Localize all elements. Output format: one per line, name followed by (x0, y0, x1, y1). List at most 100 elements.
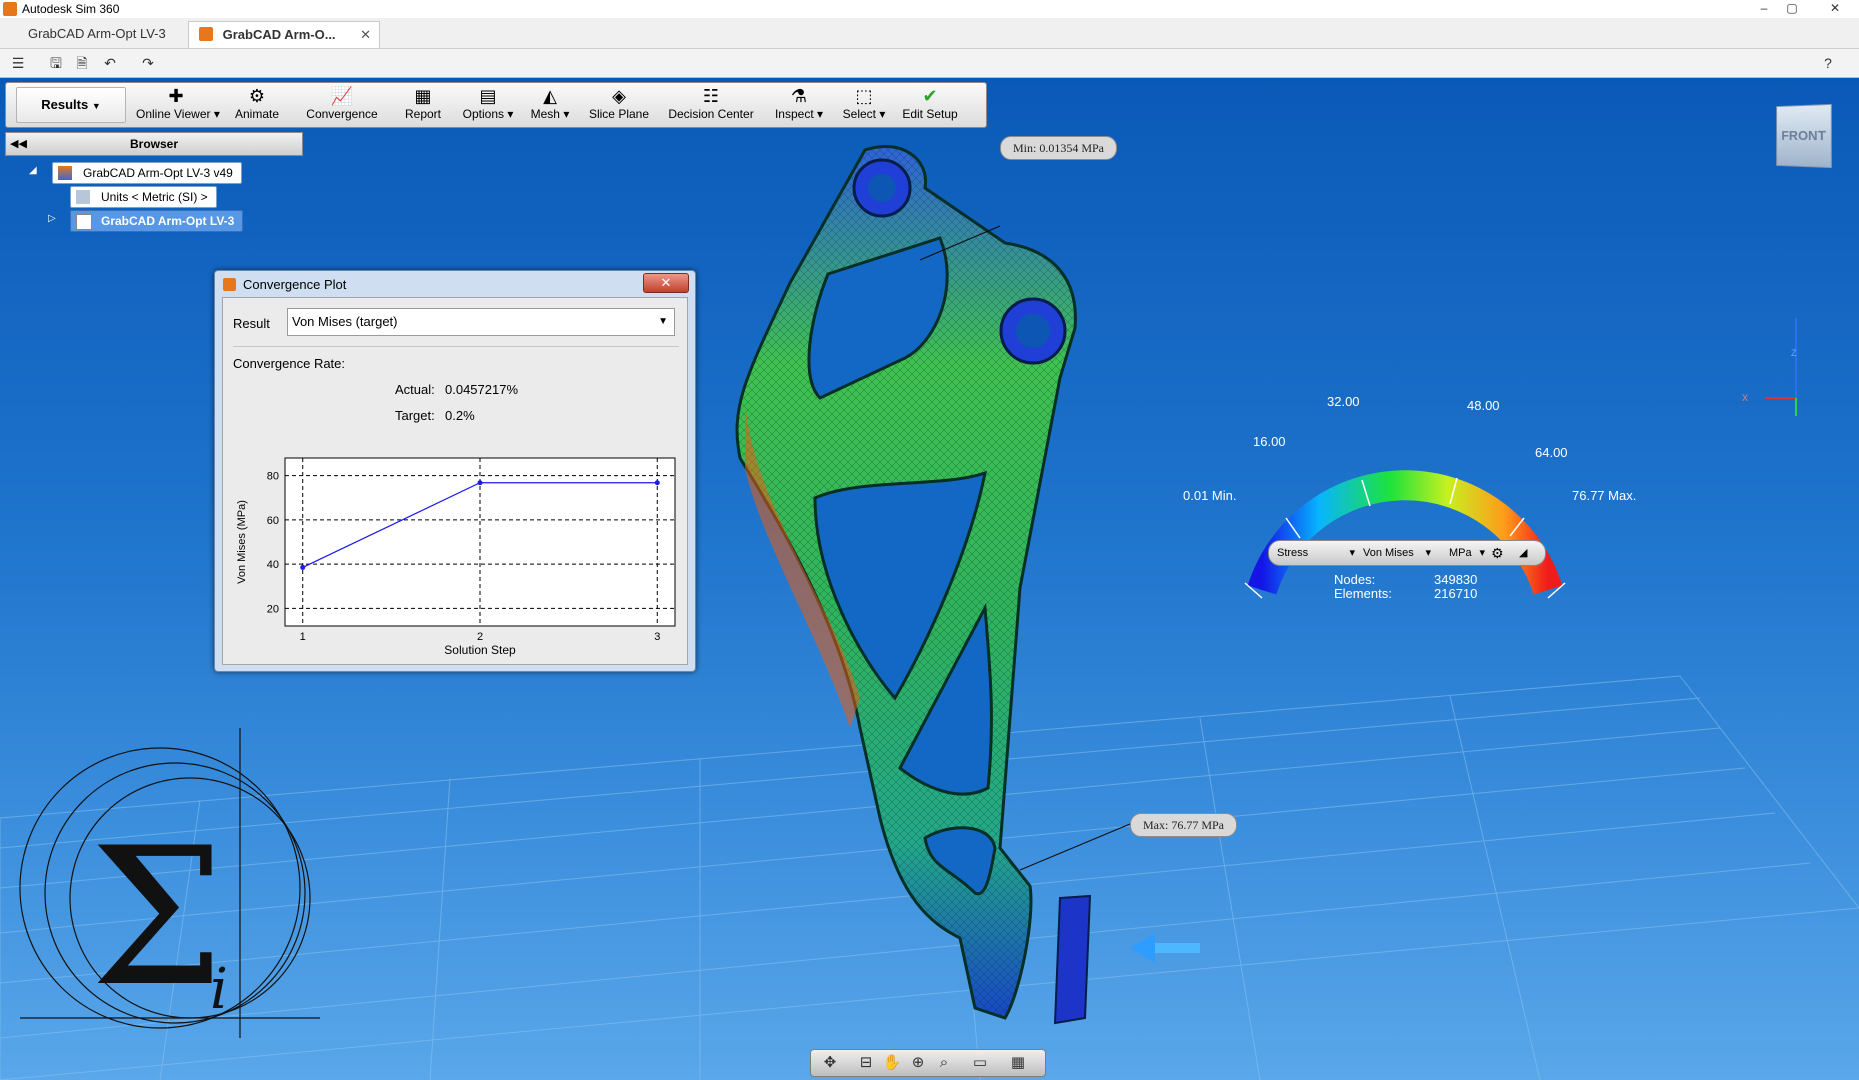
window-title: Autodesk Sim 360 (22, 2, 120, 16)
checkmark-icon: ✔ (922, 86, 938, 106)
decision-center-button[interactable]: ☷ Decision Center (666, 85, 756, 125)
redo-icon[interactable]: ↷ (138, 53, 158, 73)
online-viewer-button[interactable]: ✚ Online Viewer ▾ (136, 85, 220, 125)
animate-icon: ⚙ (248, 86, 266, 106)
stress-legend-scale (1244, 470, 1566, 599)
y-tick-label: 40 (267, 559, 279, 571)
edit-setup-button[interactable]: ✔ Edit Setup (898, 85, 962, 125)
y-tick-label: 60 (267, 515, 279, 527)
animate-button[interactable]: ⚙ Animate (228, 85, 286, 125)
tree-collapse-icon[interactable]: ◢ (29, 165, 37, 176)
close-icon[interactable]: ✕ (1822, 0, 1848, 17)
viewcube[interactable]: FRONT (1776, 103, 1832, 169)
mesh-icon: ◭ (543, 86, 557, 106)
inspect-button[interactable]: ⚗ Inspect ▾ (766, 85, 832, 125)
tab-label: GrabCAD Arm-Opt LV-3 (28, 26, 166, 41)
quick-access-toolbar: ☰ 🖫 🗎 ↶ ↷ ? (0, 49, 1859, 78)
zoom-icon[interactable]: ⊕ (907, 1052, 929, 1074)
tab-document-2[interactable]: GrabCAD Arm-O... ✕ (188, 21, 380, 48)
convergence-rate-label: Convergence Rate: (233, 356, 346, 371)
unit-dropdown[interactable]: MPa ▾ (1449, 543, 1485, 563)
collapse-browser-icon[interactable]: ◀◀ (10, 133, 27, 155)
x-tick-label: 3 (654, 631, 660, 643)
triad-x-label: X (1742, 393, 1748, 403)
component-dropdown[interactable]: Von Mises ▾ (1363, 543, 1433, 563)
svg-text:i: i (210, 957, 228, 1022)
display-icon[interactable]: ▭ (969, 1052, 991, 1074)
legend-tick-48: 48.00 (1467, 398, 1500, 413)
elements-value: 216710 (1434, 586, 1478, 601)
data-point (654, 480, 660, 486)
grid-icon[interactable]: ▦ (1007, 1052, 1029, 1074)
legend-settings-icon[interactable]: ⚙ (1491, 543, 1509, 563)
actual-value: 0.0457217% (445, 382, 519, 397)
legend-tick-32: 32.00 (1327, 394, 1360, 409)
pan-icon[interactable]: ✋ (881, 1052, 903, 1074)
result-label: Result (233, 316, 270, 331)
save-icon[interactable]: 🖫 (46, 53, 66, 73)
title-bar: Autodesk Sim 360 – ▢ ✕ (0, 0, 1859, 19)
select-icon: ⬚ (855, 86, 873, 106)
triad-z-label: Z (1791, 348, 1797, 358)
navigation-bar: ✥ ⊟ ✋ ⊕ ⌕ ▭ ▦ (810, 1049, 1046, 1077)
convergence-button[interactable]: 📈 Convergence (302, 85, 382, 125)
menu-icon[interactable]: ☰ (8, 53, 28, 73)
pan-orbit-icon[interactable]: ✥ (819, 1052, 841, 1074)
dialog-title: Convergence Plot (243, 277, 347, 292)
zoom-window-icon[interactable]: ⌕ (933, 1052, 955, 1074)
maximize-icon[interactable]: ▢ (1779, 0, 1805, 17)
inspect-icon: ⚗ (790, 86, 808, 106)
tab-results[interactable]: Results ▼ (16, 87, 126, 123)
report-button[interactable]: ▦ Report (392, 85, 454, 125)
y-axis-label: Von Mises (MPa) (236, 500, 248, 584)
target-value: 0.2% (445, 408, 475, 423)
x-axis-label: Solution Step (444, 643, 516, 657)
actual-label: Actual: (395, 382, 435, 397)
tree-item-project[interactable]: GrabCAD Arm-Opt LV-3 v49 (52, 162, 242, 184)
tree-expand-icon[interactable]: ▷ (48, 213, 56, 224)
min-callout[interactable]: Min: 0.01354 MPa (1000, 136, 1118, 160)
x-tick-label: 1 (300, 631, 306, 643)
result-dropdown[interactable]: Von Mises (target) ▼ (287, 308, 675, 336)
logo: Σ i (19, 728, 320, 1038)
load-arrow (1130, 933, 1200, 963)
result-type-dropdown[interactable]: Stress ▾ (1277, 543, 1357, 563)
app-icon (3, 2, 17, 16)
tab-document-1[interactable]: GrabCAD Arm-Opt LV-3 (18, 21, 176, 47)
data-point (300, 564, 306, 570)
document-icon (199, 27, 213, 41)
dialog-icon (223, 278, 236, 291)
document-tabs: GrabCAD Arm-Opt LV-3 GrabCAD Arm-O... ✕ (0, 18, 1859, 49)
model-icon (76, 214, 92, 230)
units-icon (76, 190, 90, 204)
legend-collapse-icon[interactable]: ◢ (1519, 543, 1533, 563)
tab-close-icon[interactable]: ✕ (360, 22, 371, 48)
slice-plane-button[interactable]: ◈ Slice Plane (586, 85, 652, 125)
minimize-icon[interactable]: – (1751, 0, 1777, 17)
save-as-icon[interactable]: 🗎 (72, 53, 92, 73)
max-callout[interactable]: Max: 76.77 MPa (1130, 813, 1237, 837)
elements-label: Elements: (1334, 586, 1392, 601)
convergence-plot-dialog: Convergence Plot ✕ Result Von Mises (tar… (214, 270, 696, 672)
convergence-chart: 80 60 40 20 1 2 3 Solution Step Von Mises (MP… (236, 457, 676, 657)
tree-item-model[interactable]: GrabCAD Arm-Opt LV-3 (70, 210, 244, 232)
svg-text:Σ: Σ (90, 807, 224, 1028)
look-at-icon[interactable]: ⊟ (855, 1052, 877, 1074)
select-button[interactable]: ⬚ Select ▾ (836, 85, 892, 125)
dialog-close-button[interactable]: ✕ (643, 273, 689, 293)
dialog-body: Result Von Mises (target) ▼ Convergence … (222, 297, 688, 665)
legend-tick-64: 64.00 (1535, 445, 1568, 460)
x-tick-labels: 1 2 3 (300, 631, 661, 643)
data-point (477, 480, 483, 486)
tree-item-units[interactable]: Units < Metric (SI) > (70, 186, 217, 208)
arm-part[interactable] (735, 144, 1092, 1025)
y-tick-labels: 80 60 40 20 (267, 471, 279, 616)
undo-icon[interactable]: ↶ (100, 53, 120, 73)
legend-min-label: 0.01 Min. (1183, 488, 1237, 503)
ribbon-toolbar: Results ▼ ✚ Online Viewer ▾ ⚙ Animate 📈 … (5, 82, 987, 128)
help-icon[interactable]: ? (1818, 53, 1838, 73)
legend-controls: Stress ▾ Von Mises ▾ MPa ▾ ⚙ ◢ (1268, 540, 1546, 566)
options-button[interactable]: ▤ Options ▾ (458, 85, 518, 125)
y-tick-label: 80 (267, 471, 279, 483)
mesh-button[interactable]: ◭ Mesh ▾ (522, 85, 578, 125)
